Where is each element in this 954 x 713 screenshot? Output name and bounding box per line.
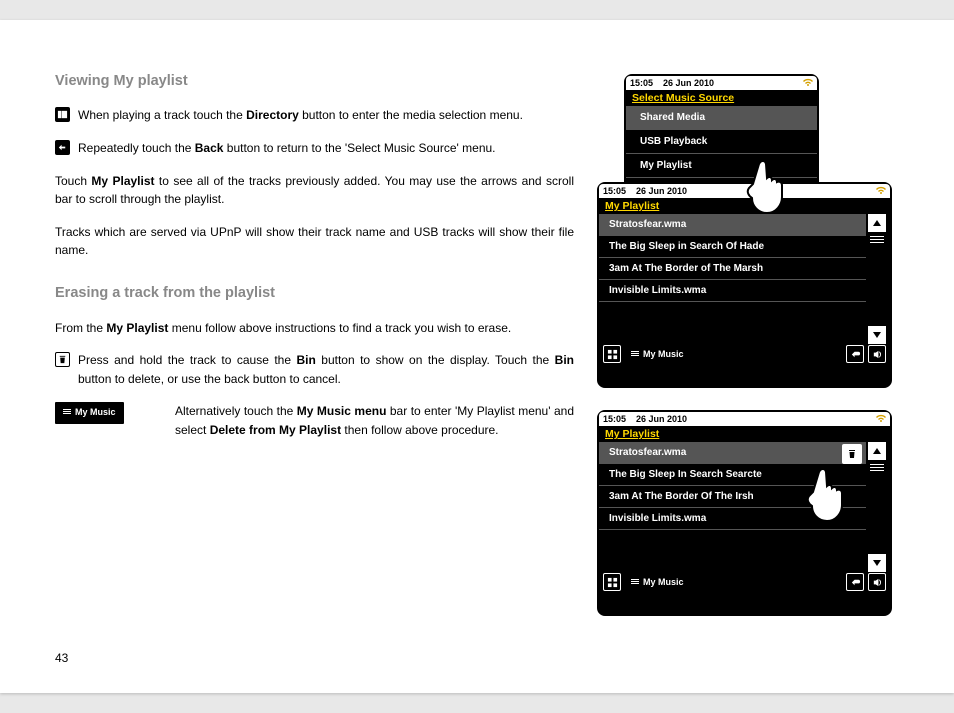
list-item[interactable]: The Big Sleep in Search Of Hade xyxy=(599,236,866,258)
playlist: Stratosfear.wma The Big Sleep in Search … xyxy=(599,214,866,302)
list-item[interactable]: Invisible Limits.wma xyxy=(599,280,866,302)
status-date: 26 Jun 2010 xyxy=(636,414,687,424)
status-bar: 15:05 26 Jun 2010 xyxy=(599,184,890,198)
section-heading-erasing: Erasing a track from the playlist xyxy=(55,282,574,304)
volume-icon[interactable] xyxy=(868,573,886,591)
back-icon[interactable] xyxy=(846,573,864,591)
status-time: 15:05 xyxy=(603,186,626,196)
list-item[interactable]: Invisible Limits.wma xyxy=(599,508,866,530)
paragraph: From the My Playlist menu follow above i… xyxy=(55,319,574,338)
screen-title: My Playlist xyxy=(599,198,890,214)
scroll-down-icon[interactable] xyxy=(868,326,886,344)
page-number: 43 xyxy=(55,651,68,665)
wifi-icon xyxy=(803,78,813,88)
home-grid-icon[interactable] xyxy=(603,573,621,591)
list-item[interactable]: The Big Sleep In Search Searcte xyxy=(599,464,866,486)
device-screen-delete-track: 15:05 26 Jun 2010 My Playlist Stratosfea… xyxy=(597,410,892,616)
my-music-bar[interactable]: My Music xyxy=(625,346,842,362)
status-time: 15:05 xyxy=(603,414,626,424)
scroll-up-icon[interactable] xyxy=(868,214,886,232)
screen-title: Select Music Source xyxy=(626,90,817,106)
list-item[interactable]: 3am At The Border Of The Irsh xyxy=(599,486,866,508)
menu-list: Shared Media USB Playback My Playlist xyxy=(626,106,817,178)
wifi-icon xyxy=(876,186,886,196)
bin-button[interactable] xyxy=(842,444,862,464)
status-bar: 15:05 26 Jun 2010 xyxy=(626,76,817,90)
status-date: 26 Jun 2010 xyxy=(636,186,687,196)
my-music-chip: My Music xyxy=(55,402,124,424)
device-screenshots-column: 15:05 26 Jun 2010 Select Music Source Sh… xyxy=(604,70,904,673)
paragraph: When playing a track touch the Directory… xyxy=(55,106,574,125)
status-bar: 15:05 26 Jun 2010 xyxy=(599,412,890,426)
scroll-down-icon[interactable] xyxy=(868,554,886,572)
list-item[interactable]: 3am At The Border of The Marsh xyxy=(599,258,866,280)
list-item[interactable]: Stratosfear.wma xyxy=(599,442,866,464)
playlist: Stratosfear.wma The Big Sleep In Search … xyxy=(599,442,866,530)
list-item[interactable]: Shared Media xyxy=(626,106,817,130)
scroll-up-icon[interactable] xyxy=(868,442,886,460)
bottom-bar: My Music xyxy=(599,572,890,592)
device-screen-my-playlist: 15:05 26 Jun 2010 My Playlist Stratosfea… xyxy=(597,182,892,388)
back-icon xyxy=(55,140,70,155)
list-item[interactable]: USB Playback xyxy=(626,130,817,154)
paragraph: Press and hold the track to cause the Bi… xyxy=(55,351,574,388)
bottom-bar: My Music xyxy=(599,344,890,364)
instruction-text-column: Viewing My playlist When playing a track… xyxy=(55,70,574,673)
wifi-icon xyxy=(876,414,886,424)
my-music-bar[interactable]: My Music xyxy=(625,574,842,590)
paragraph: Repeatedly touch the Back button to retu… xyxy=(55,139,574,158)
status-date: 26 Jun 2010 xyxy=(663,78,714,88)
scrollbar[interactable] xyxy=(867,214,887,344)
volume-icon[interactable] xyxy=(868,345,886,363)
status-time: 15:05 xyxy=(630,78,653,88)
bin-icon xyxy=(55,352,70,367)
scrollbar[interactable] xyxy=(867,442,887,572)
list-item[interactable]: Stratosfear.wma xyxy=(599,214,866,236)
home-grid-icon[interactable] xyxy=(603,345,621,363)
directory-icon xyxy=(55,107,70,122)
paragraph: Tracks which are served via UPnP will sh… xyxy=(55,223,574,260)
paragraph: Touch My Playlist to see all of the trac… xyxy=(55,172,574,209)
back-icon[interactable] xyxy=(846,345,864,363)
screen-title: My Playlist xyxy=(599,426,890,442)
section-heading-viewing: Viewing My playlist xyxy=(55,70,574,92)
paragraph: My Music Alternatively touch the My Musi… xyxy=(55,402,574,439)
list-item[interactable]: My Playlist xyxy=(626,154,817,178)
